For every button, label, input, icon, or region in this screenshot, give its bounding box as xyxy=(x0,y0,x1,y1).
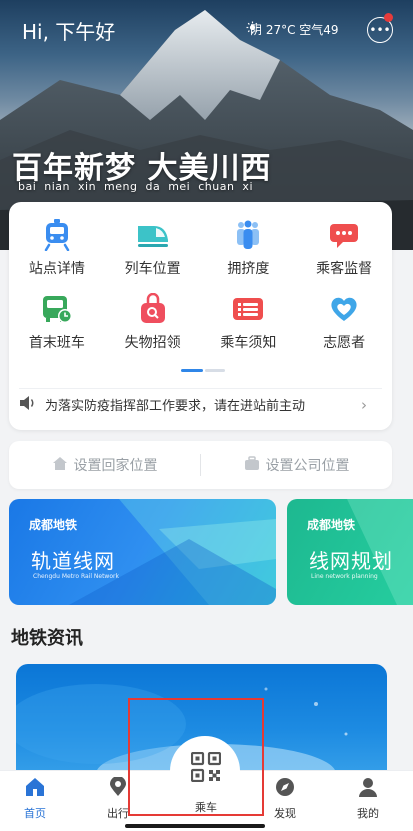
metro-train-icon xyxy=(40,218,74,252)
set-company-label: 设置公司位置 xyxy=(265,458,350,474)
tab-home[interactable]: 首页 xyxy=(5,777,65,821)
lost-and-found-label: 失物招领 xyxy=(124,335,181,351)
tab-discover-label: 发现 xyxy=(274,807,296,820)
tab-travel-label: 出行 xyxy=(107,807,129,820)
banner-tag: 成都地铁 xyxy=(307,518,356,532)
function-grid: 站点详情 列车位置 拥挤度 乘客监督 首末班车 失物招领 乘车须知 志愿者 xyxy=(9,218,392,352)
location-card: 设置回家位置 设置公司位置 xyxy=(9,441,392,489)
feedback-chat-icon xyxy=(327,218,361,252)
notice-bar[interactable]: 为落实防疫指挥部工作要求，请在进站前主动 › xyxy=(19,388,382,420)
news-section-title: 地铁资讯 xyxy=(11,628,83,649)
chevron-right-icon: › xyxy=(361,395,367,414)
more-dots-icon: ••• xyxy=(369,23,391,37)
station-detail-label: 站点详情 xyxy=(28,261,85,277)
home-icon xyxy=(52,456,68,475)
passenger-supervision-label: 乘客监督 xyxy=(316,261,373,277)
app-screen: Hi, 下午好 阴 27°C 空气49 ••• 百年新梦 大美川西 bai ni… xyxy=(0,0,413,831)
page-dot xyxy=(205,369,225,372)
train-position-button[interactable]: 列车位置 xyxy=(105,218,201,278)
tab-mine-label: 我的 xyxy=(357,807,379,820)
crowd-level-label: 拥挤度 xyxy=(227,261,270,277)
volunteer-label: 志愿者 xyxy=(323,335,366,351)
banner-title: 轨道线网 xyxy=(31,549,115,573)
banner-subtitle: Chengdu Metro Rail Network xyxy=(33,573,119,580)
heart-volunteer-icon xyxy=(327,292,361,326)
tab-mine[interactable]: 我的 xyxy=(338,777,398,821)
set-home-button[interactable]: 设置回家位置 xyxy=(9,455,200,475)
speaker-icon xyxy=(19,395,37,415)
page-dot-active xyxy=(181,369,203,372)
station-detail-button[interactable]: 站点详情 xyxy=(9,218,105,278)
bus-clock-icon xyxy=(40,292,74,326)
greeting-text: Hi, 下午好 xyxy=(22,20,116,44)
riding-notice-button[interactable]: 乘车须知 xyxy=(201,292,297,352)
banner-subtitle: Line network planning xyxy=(311,573,378,580)
banner-tag: 成都地铁 xyxy=(29,518,78,532)
crowd-people-icon xyxy=(231,218,265,252)
first-last-train-label: 首末班车 xyxy=(28,335,85,351)
train-position-label: 列车位置 xyxy=(124,261,181,277)
function-card: 站点详情 列车位置 拥挤度 乘客监督 首末班车 失物招领 乘车须知 志愿者 为落… xyxy=(9,202,392,430)
lost-bag-icon xyxy=(136,292,170,326)
page-indicator xyxy=(181,369,225,372)
set-company-button[interactable]: 设置公司位置 xyxy=(201,455,392,475)
location-pin-icon xyxy=(109,776,127,801)
rail-network-banner[interactable]: 成都地铁 轨道线网 Chengdu Metro Rail Network xyxy=(9,499,276,605)
briefcase-icon xyxy=(244,455,260,475)
crowd-level-button[interactable]: 拥挤度 xyxy=(201,218,297,278)
slogan-pinyin: bai nian xin meng da mei chuan xi xyxy=(18,180,254,193)
unread-badge xyxy=(384,13,393,22)
tab-home-label: 首页 xyxy=(24,807,46,820)
set-home-label: 设置回家位置 xyxy=(73,458,158,474)
home-icon xyxy=(25,777,45,801)
person-icon xyxy=(358,777,378,801)
passenger-supervision-button[interactable]: 乘客监督 xyxy=(296,218,392,278)
volunteer-button[interactable]: 志愿者 xyxy=(296,292,392,352)
riding-notice-label: 乘车须知 xyxy=(220,335,277,351)
lost-and-found-button[interactable]: 失物招领 xyxy=(105,292,201,352)
highlight-box xyxy=(128,698,264,816)
compass-icon xyxy=(275,777,295,801)
notice-text: 为落实防疫指挥部工作要求，请在进站前主动 xyxy=(45,399,306,414)
tab-discover[interactable]: 发现 xyxy=(255,777,315,821)
first-last-train-button[interactable]: 首末班车 xyxy=(9,292,105,352)
weather-info: 阴 27°C 空气49 xyxy=(246,21,339,38)
weather-text: 阴 27°C 空气49 xyxy=(250,23,339,37)
bullet-train-icon xyxy=(136,218,170,252)
notice-list-icon xyxy=(231,292,265,326)
banner-title: 线网规划 xyxy=(309,549,393,573)
home-indicator xyxy=(125,824,265,828)
network-planning-banner[interactable]: 成都地铁 线网规划 Line network planning xyxy=(287,499,413,605)
